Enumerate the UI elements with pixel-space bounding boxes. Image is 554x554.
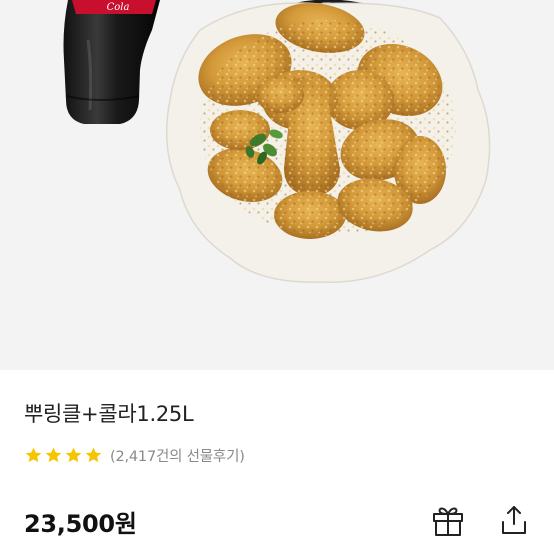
share-icon	[502, 506, 526, 534]
cola-bottle: Cola	[63, 0, 160, 124]
product-info: 뿌링클+콜라1.25L (2,417건의 선물후기) 23,500원	[0, 370, 554, 554]
star-rating	[24, 446, 104, 465]
star-icon	[85, 447, 102, 462]
product-image[interactable]: Cola	[0, 0, 554, 370]
share-button[interactable]	[494, 500, 534, 540]
product-price: 23,500원	[24, 510, 137, 538]
rating-row[interactable]: (2,417건의 선물후기)	[24, 444, 245, 466]
review-count-link[interactable]: (2,417건의 선물후기)	[110, 445, 245, 466]
star-icon	[45, 447, 62, 462]
gift-button[interactable]	[428, 500, 468, 540]
gift-icon	[433, 507, 463, 536]
product-title: 뿌링클+콜라1.25L	[24, 402, 194, 426]
star-icon	[25, 447, 42, 462]
cola-label: Cola	[107, 2, 130, 13]
star-icon	[65, 447, 82, 462]
product-detail-page: Cola 뿌링클+콜라1.25L (2,417건의 선물후기) 23,500원	[0, 0, 554, 554]
